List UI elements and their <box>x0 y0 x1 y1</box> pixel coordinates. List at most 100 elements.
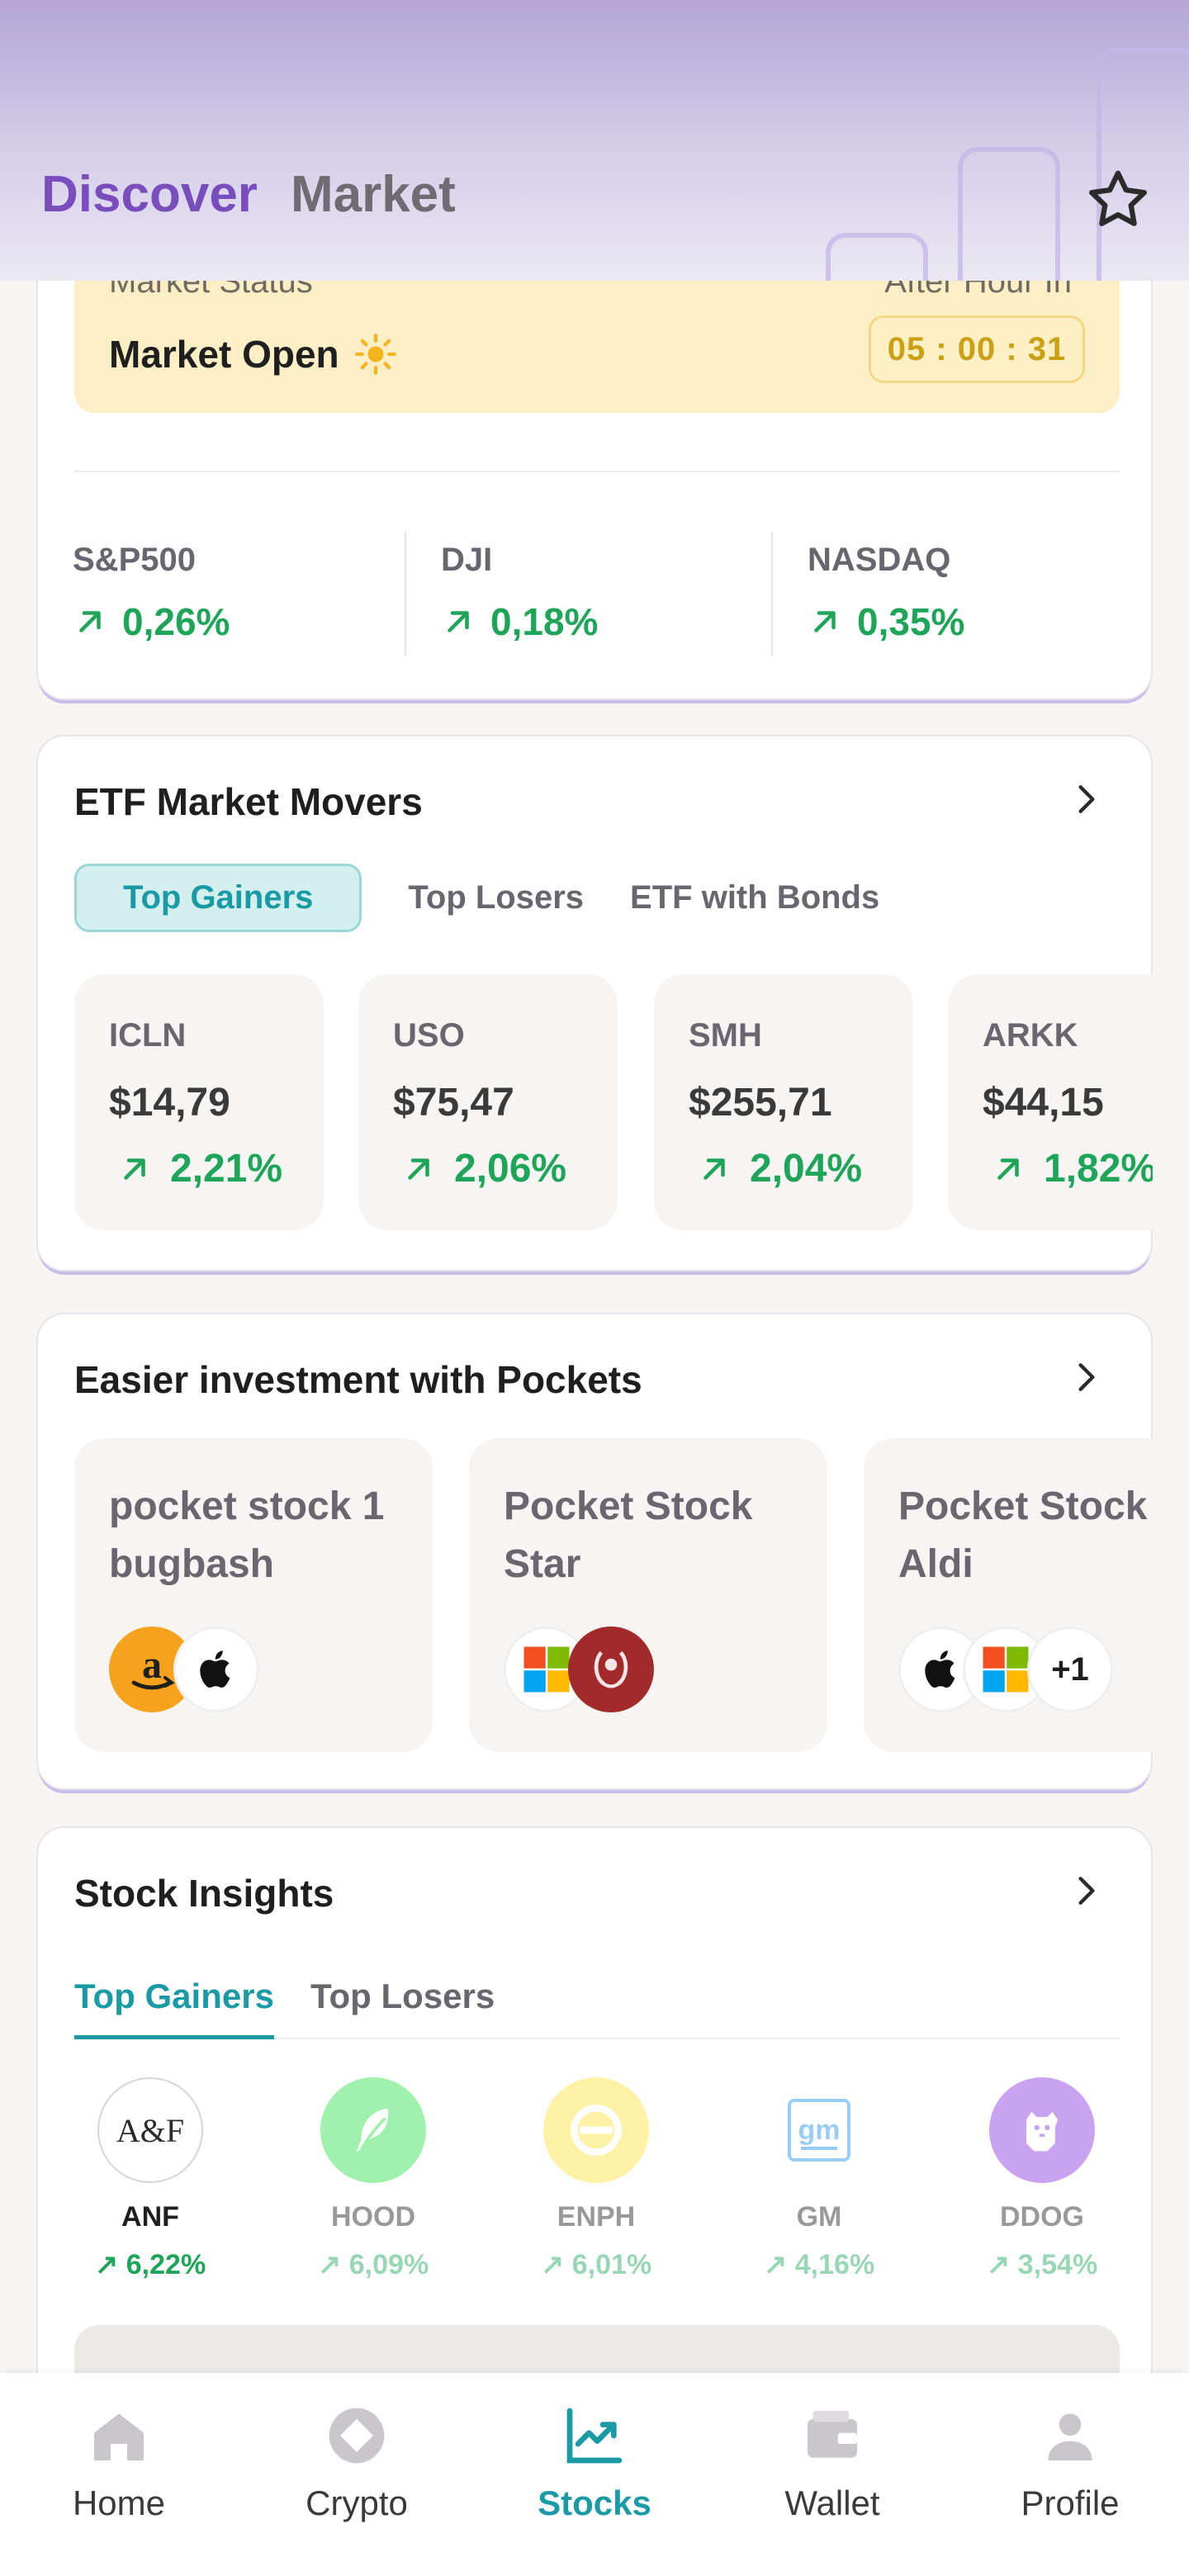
index-change-value: 0,26% <box>122 600 230 643</box>
arrow-up-right-icon <box>703 1158 725 1180</box>
pocket-tile[interactable]: Pocket Stock Star <box>469 1438 827 1752</box>
market-open-status: Market Open <box>109 332 397 376</box>
feather-logo-icon <box>320 2077 426 2183</box>
etf-price: $14,79 <box>109 1081 230 1125</box>
tab-etf-with-bonds[interactable]: ETF with Bonds <box>630 879 879 916</box>
tab-discover[interactable]: Discover <box>41 165 258 224</box>
etf-price: $255,71 <box>689 1081 832 1125</box>
apple-logo-icon <box>173 1627 259 1712</box>
insight-change-value: 6,22% <box>126 2249 206 2280</box>
laurel-logo-icon <box>568 1627 654 1712</box>
arrow-up-right-icon <box>997 1158 1019 1180</box>
chevron-right-icon[interactable] <box>1068 1873 1105 1909</box>
insight-symbol: DDOG <box>1000 2201 1084 2233</box>
nav-label: Profile <box>1021 2484 1120 2522</box>
insight-symbol: HOOD <box>331 2201 415 2233</box>
insight-item[interactable]: ENPH ↗ 6,01% <box>514 2077 679 2281</box>
more-logos-badge: +1 <box>1027 1627 1113 1712</box>
arrow-up-right-icon <box>408 1158 429 1180</box>
market-open-text: Market Open <box>109 333 339 376</box>
pocket-tile[interactable]: Pocket Stock Aldi +1 <box>864 1438 1153 1752</box>
after-hour-countdown: 05 : 00 : 31 <box>869 315 1085 383</box>
index-change-value: 0,35% <box>857 600 965 643</box>
insight-change-value: 4,16% <box>794 2249 875 2280</box>
index-dji[interactable]: DJI 0,18% <box>405 532 771 656</box>
pocket-name: pocket stock 1 bugbash <box>109 1485 385 1586</box>
insight-change-value: 3,54% <box>1017 2249 1098 2280</box>
insight-change: ↗ 6,01% <box>540 2249 652 2280</box>
etf-tile[interactable]: ARKK $44,15 1,82% <box>948 974 1153 1230</box>
pocket-name: Pocket Stock Aldi <box>898 1485 1148 1586</box>
insight-item[interactable]: A&F ANF ↗ 6,22% <box>68 2077 233 2281</box>
insight-symbol: GM <box>796 2201 842 2233</box>
insight-change: ↗ 3,54% <box>986 2249 1098 2280</box>
etf-change-value: 1,82% <box>1044 1147 1153 1191</box>
tab-top-gainers[interactable]: Top Gainers <box>74 864 362 932</box>
etf-symbol: SMH <box>689 1017 762 1054</box>
insight-change-value: 6,01% <box>571 2249 652 2280</box>
etf-filter-tabs: Top Gainers Top Losers ETF with Bonds <box>74 864 879 932</box>
gm-logo-text: gm <box>798 2114 841 2146</box>
etf-tile[interactable]: USO $75,47 2,06% <box>358 974 618 1230</box>
tab-insights-top-gainers[interactable]: Top Gainers <box>74 1977 274 2039</box>
index-sp500[interactable]: S&P500 0,26% <box>38 532 405 656</box>
insight-change: ↗ 6,09% <box>317 2249 429 2280</box>
bottom-navigation: Home Crypto Stocks Wallet Profile <box>0 2373 1189 2576</box>
pockets-section-title: Easier investment with Pockets <box>74 1358 642 1401</box>
nav-crypto[interactable]: Crypto <box>238 2373 476 2576</box>
sun-icon <box>354 334 396 375</box>
star-icon[interactable] <box>1083 165 1153 234</box>
enphase-logo-icon <box>543 2077 649 2183</box>
index-name: DJI <box>441 542 493 578</box>
insight-change-value: 6,09% <box>348 2249 429 2280</box>
etf-tile[interactable]: ICLN $14,79 2,21% <box>74 974 324 1230</box>
index-change-value: 0,18% <box>490 600 599 643</box>
nav-profile[interactable]: Profile <box>951 2373 1189 2576</box>
index-name: S&P500 <box>73 542 196 578</box>
etf-price: $44,15 <box>983 1081 1104 1125</box>
nav-home[interactable]: Home <box>0 2373 238 2576</box>
nav-label: Home <box>72 2484 166 2522</box>
insight-change: ↗ 4,16% <box>763 2249 875 2280</box>
tab-top-losers[interactable]: Top Losers <box>408 879 584 916</box>
insight-item[interactable]: gm GM ↗ 4,16% <box>737 2077 902 2281</box>
nav-wallet[interactable]: Wallet <box>713 2373 951 2576</box>
header-decoration <box>826 233 928 281</box>
tab-market[interactable]: Market <box>291 165 456 224</box>
wallet-icon <box>808 2411 857 2458</box>
etf-change-value: 2,06% <box>454 1147 567 1191</box>
index-change: 0,35% <box>808 599 964 644</box>
etf-tiles-scroller[interactable]: ICLN $14,79 2,21% USO $75,47 2,06% SMH $… <box>74 974 1153 1238</box>
nav-stocks[interactable]: Stocks <box>476 2373 713 2576</box>
pocket-logos: a <box>109 1627 259 1712</box>
etf-tile[interactable]: SMH $255,71 2,04% <box>654 974 913 1230</box>
etf-change: 2,21% <box>117 1146 282 1191</box>
crypto-icon <box>329 2408 385 2464</box>
insight-item[interactable]: HOOD ↗ 6,09% <box>291 2077 456 2281</box>
top-tabs: Discover Market <box>41 165 456 224</box>
etf-symbol: ICLN <box>109 1017 187 1054</box>
insight-item[interactable]: DDOG ↗ 3,54% <box>959 2077 1125 2281</box>
gm-logo-icon: gm <box>766 2077 872 2183</box>
pockets-card: Easier investment with Pockets pocket st… <box>36 1313 1153 1790</box>
index-nasdaq[interactable]: NASDAQ 0,35% <box>771 532 1138 656</box>
chevron-right-icon[interactable] <box>1068 1359 1105 1395</box>
index-name: NASDAQ <box>808 542 951 578</box>
chevron-right-icon[interactable] <box>1068 781 1105 817</box>
divider <box>74 471 1120 472</box>
market-status-panel: Market Status After Hour In Market Open … <box>74 271 1120 413</box>
tab-insights-top-losers[interactable]: Top Losers <box>310 1977 495 2039</box>
insight-symbol: ANF <box>121 2201 179 2233</box>
top-header: Discover Market <box>0 0 1189 281</box>
arrow-up-right-icon <box>124 1158 145 1180</box>
nav-label: Wallet <box>784 2484 880 2522</box>
arrow-up-right-icon <box>79 611 101 632</box>
etf-change-value: 2,21% <box>170 1147 283 1191</box>
pocket-tiles-scroller[interactable]: pocket stock 1 bugbash a Pocket Stock St… <box>74 1438 1153 1752</box>
pocket-tile[interactable]: pocket stock 1 bugbash a <box>74 1438 433 1752</box>
header-decoration <box>1097 48 1189 281</box>
etf-section-title: ETF Market Movers <box>74 780 423 823</box>
etf-change: 1,82% <box>991 1146 1153 1191</box>
svg-text:a: a <box>142 1643 162 1687</box>
profile-icon <box>1048 2413 1092 2460</box>
